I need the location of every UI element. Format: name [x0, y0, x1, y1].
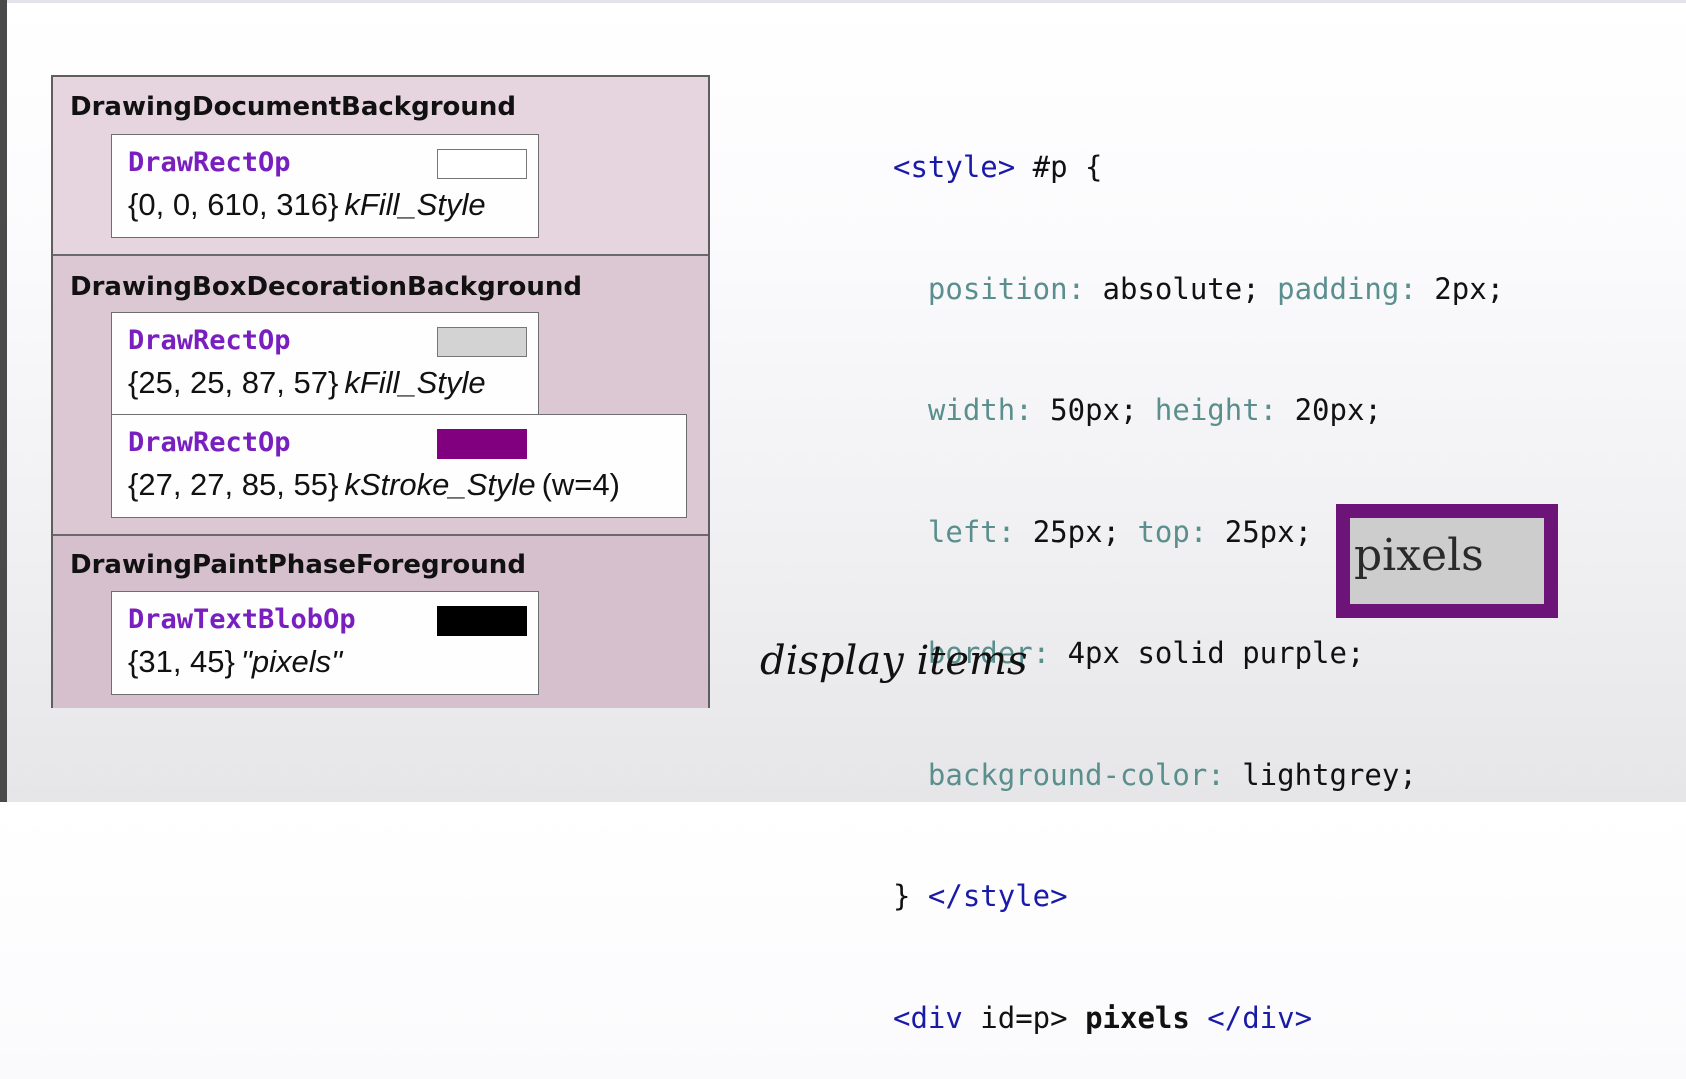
op-position: {31, 45} — [128, 644, 235, 679]
op-rect: {0, 0, 610, 316} — [128, 187, 339, 222]
code-value: 25px; — [1207, 514, 1313, 549]
code-property: position: — [927, 271, 1086, 306]
black-color-swatch — [437, 606, 527, 636]
code-value: 4px solid purple; — [1050, 636, 1365, 670]
op-style: kFill_Style — [344, 187, 486, 222]
group-title: DrawingPaintPhaseForeground — [70, 550, 526, 580]
display-items-panel: DrawingDocumentBackground DrawRectOp {0,… — [51, 75, 710, 708]
code-tag: <style> — [893, 150, 1016, 184]
code-tag: </style> — [927, 879, 1068, 913]
code-line: } </style> — [893, 876, 1504, 917]
purple-color-swatch — [437, 429, 527, 459]
code-line: background-color: lightgrey; — [893, 755, 1504, 796]
op-style: kFill_Style — [344, 365, 486, 400]
display-item-draw-rect-op: DrawRectOp {0, 0, 610, 316} kFill_Style — [111, 134, 539, 238]
white-color-swatch — [437, 149, 527, 179]
op-name: DrawRectOp — [128, 147, 291, 178]
group-drawing-paint-phase-foreground: DrawingPaintPhaseForeground DrawTextBlob… — [53, 534, 708, 708]
code-property: top: — [1137, 514, 1208, 549]
top-edge — [0, 0, 1686, 3]
code-tag: <div — [893, 1000, 963, 1035]
group-title: DrawingBoxDecorationBackground — [70, 272, 583, 302]
preview-text: pixels — [1354, 530, 1484, 581]
op-name: DrawRectOp — [128, 427, 291, 458]
code-content-text: pixels — [1085, 1000, 1190, 1035]
op-style: kStroke_Style — [344, 467, 536, 502]
op-args: {25, 25, 87, 57} kFill_Style — [128, 365, 486, 401]
rendered-output-preview: pixels — [1336, 504, 1558, 618]
code-value: 20px; — [1277, 393, 1382, 427]
code-property: left: — [927, 514, 1016, 549]
lightgrey-color-swatch — [437, 327, 527, 357]
code-value: lightgrey; — [1224, 757, 1417, 792]
group-drawing-document-background: DrawingDocumentBackground DrawRectOp {0,… — [53, 77, 708, 254]
op-args: {31, 45} "pixels" — [128, 644, 342, 680]
code-line: <style> #p { — [893, 147, 1504, 188]
op-args: {0, 0, 610, 316} kFill_Style — [128, 187, 486, 223]
code-property: height: — [1154, 393, 1278, 427]
code-text: id=p> — [962, 1000, 1086, 1035]
code-property: padding: — [1277, 271, 1417, 306]
code-tag: </div> — [1189, 1000, 1313, 1035]
op-text: "pixels" — [240, 644, 343, 679]
code-text: } — [893, 879, 928, 913]
op-stroke-width: (w=4) — [541, 467, 620, 502]
caption: display items — [760, 638, 1028, 684]
group-drawing-box-decoration-background: DrawingBoxDecorationBackground DrawRectO… — [53, 254, 708, 534]
display-item-draw-text-blob-op: DrawTextBlobOp {31, 45} "pixels" — [111, 591, 539, 695]
left-edge — [0, 0, 7, 802]
op-args: {27, 27, 85, 55} kStroke_Style (w=4) — [128, 467, 620, 503]
op-name: DrawTextBlobOp — [128, 604, 356, 635]
display-item-draw-rect-op: DrawRectOp {25, 25, 87, 57} kFill_Style — [111, 312, 539, 416]
code-line: width: 50px; height: 20px; — [893, 390, 1504, 431]
code-value: 25px; — [1015, 514, 1138, 549]
display-item-draw-rect-op: DrawRectOp {27, 27, 85, 55} kStroke_Style… — [111, 414, 687, 518]
op-rect: {27, 27, 85, 55} — [128, 467, 339, 502]
code-text: #p { — [1015, 150, 1103, 184]
group-title: DrawingDocumentBackground — [70, 92, 517, 122]
op-rect: {25, 25, 87, 57} — [128, 365, 339, 400]
code-property: background-color: — [927, 757, 1225, 792]
code-line: <div id=p> pixels </div> — [893, 998, 1504, 1039]
code-property: width: — [927, 393, 1033, 427]
code-value: 2px; — [1416, 271, 1505, 306]
code-value: 50px; — [1032, 393, 1155, 427]
op-name: DrawRectOp — [128, 325, 291, 356]
code-line: position: absolute; padding: 2px; — [893, 269, 1504, 310]
code-value: absolute; — [1085, 271, 1278, 306]
